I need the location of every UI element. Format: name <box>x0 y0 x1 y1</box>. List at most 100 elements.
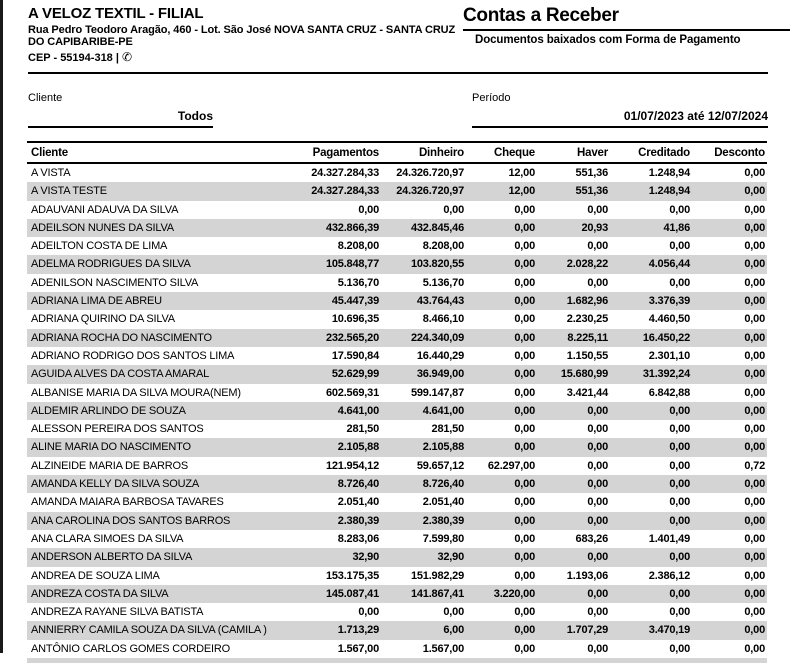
amount-cell: 0,00 <box>692 274 767 292</box>
amount-cell: 0,00 <box>466 548 537 566</box>
amount-cell: 0,00 <box>692 329 767 347</box>
amount-cell: 0,00 <box>466 384 537 402</box>
client-name-cell: ADRIANA QUIRINO DA SILVA <box>27 310 284 328</box>
client-name-cell: ANDREA DE SOUZA LIMA <box>27 567 284 585</box>
amount-cell: 6,00 <box>381 621 466 639</box>
client-name-cell: AMANDA MAIARA BARBOSA TAVARES <box>27 493 284 511</box>
table-row: ANDREZA COSTA DA SILVA145.087,41141.867,… <box>27 585 767 603</box>
amount-cell: 0,00 <box>692 255 767 273</box>
client-name-cell: ANA CAROLINA DOS SANTOS BARROS <box>27 512 284 530</box>
table-row: ADENILSON NASCIMENTO SILVA5.136,705.136,… <box>27 274 767 292</box>
amount-cell: 0,00 <box>537 640 610 658</box>
amount-cell: 1.150,55 <box>537 347 610 365</box>
table-header: Cliente Pagamentos Dinheiro Cheque Haver… <box>27 142 767 163</box>
amount-cell: 0,00 <box>692 384 767 402</box>
amount-cell: 1.713,29 <box>284 621 381 639</box>
amount-cell: 281,50 <box>284 420 381 438</box>
amount-cell: 17.590,84 <box>284 347 381 365</box>
amount-cell: 602.569,31 <box>284 384 381 402</box>
amount-cell: 0,00 <box>466 402 537 420</box>
amount-cell: 0,00 <box>692 475 767 493</box>
client-name-cell: ADAUVANI ADAUVA DA SILVA <box>27 201 284 219</box>
amount-cell: 0,00 <box>610 603 692 621</box>
amount-cell: 0,00 <box>537 512 610 530</box>
header-divider <box>28 72 768 74</box>
table-row: AMANDA MAIARA BARBOSA TAVARES2.051,402.0… <box>27 493 767 511</box>
filter-periodo-label: Período <box>472 92 768 104</box>
amount-cell: 16.440,29 <box>381 347 466 365</box>
table-row: ANTÔNIO CARLOS GOMES CORDEIRO1.567,001.5… <box>27 640 767 658</box>
filters-row: Cliente Todos Período 01/07/2023 até 12/… <box>28 92 793 128</box>
page-title: Contas a Receber <box>463 5 790 31</box>
amount-cell: 103.820,55 <box>381 255 466 273</box>
client-name-cell: A VISTA TESTE <box>27 182 284 200</box>
amount-cell: 10.696,35 <box>284 310 381 328</box>
amount-cell: 3.421,44 <box>537 384 610 402</box>
table-row: AMANDA KELLY DA SILVA SOUZA8.726,408.726… <box>27 475 767 493</box>
amount-cell: 1.193,06 <box>537 567 610 585</box>
company-name: A VELOZ TEXTIL - FILIAL <box>28 5 460 22</box>
amount-cell: 0,00 <box>692 237 767 255</box>
amount-cell: 0,00 <box>692 402 767 420</box>
amount-cell: 0,00 <box>466 292 537 310</box>
col-header-haver: Haver <box>537 142 610 163</box>
amount-cell: 52.629,99 <box>284 365 381 383</box>
table-row: A VISTA TESTE24.327.284,3324.326.720,971… <box>27 182 767 200</box>
amount-cell: 0,00 <box>537 603 610 621</box>
amount-cell: 599.147,87 <box>381 384 466 402</box>
table-row: ANDREZA RAYANE SILVA BATISTA0,000,000,00… <box>27 603 767 621</box>
cep-text: CEP - 55194-318 | <box>28 52 119 64</box>
amount-cell: 0,00 <box>537 420 610 438</box>
amount-cell: 0,00 <box>466 475 537 493</box>
table-row: ALESSON PEREIRA DOS SANTOS281,50281,500,… <box>27 420 767 438</box>
amount-cell: 1.248,94 <box>610 163 692 182</box>
client-name-cell: ADEILSON NUNES DA SILVA <box>27 219 284 237</box>
amount-cell: 0,72 <box>692 457 767 475</box>
amount-cell: 0,00 <box>466 310 537 328</box>
table-row: ALDEMIR ARLINDO DE SOUZA4.641,004.641,00… <box>27 402 767 420</box>
amount-cell: 62.297,00 <box>466 457 537 475</box>
amount-cell: 4.056,44 <box>610 255 692 273</box>
amount-cell: 16.450,22 <box>610 329 692 347</box>
amount-cell: 0,00 <box>466 365 537 383</box>
amount-cell: 2.105,88 <box>381 438 466 456</box>
amount-cell: 0,00 <box>610 457 692 475</box>
amount-cell: 0,00 <box>537 457 610 475</box>
amount-cell: 45.447,39 <box>284 292 381 310</box>
client-name-cell: ADELMA RODRIGUES DA SILVA <box>27 255 284 273</box>
table-row: ADEILSON NUNES DA SILVA432.866,39432.845… <box>27 219 767 237</box>
amount-cell: 20,93 <box>537 219 610 237</box>
amount-cell: 0,00 <box>610 512 692 530</box>
amount-cell: 0,00 <box>537 402 610 420</box>
report-title-block: Contas a Receber Documentos baixados com… <box>463 5 790 64</box>
page-subtitle: Documentos baixados com Forma de Pagamen… <box>463 31 790 46</box>
amount-cell: 224.340,09 <box>381 329 466 347</box>
amount-cell: 0,00 <box>537 585 610 603</box>
amount-cell: 0,00 <box>466 329 537 347</box>
amount-cell: 12,00 <box>466 163 537 182</box>
amount-cell: 0,00 <box>692 567 767 585</box>
phone-icon: ✆ <box>122 50 132 64</box>
amount-cell: 0,00 <box>284 201 381 219</box>
amount-cell: 1.248,94 <box>610 182 692 200</box>
amount-cell: 2.051,40 <box>381 493 466 511</box>
amount-cell: 0,00 <box>692 493 767 511</box>
company-address: Rua Pedro Teodoro Aragão, 460 - Lot. São… <box>28 24 460 48</box>
amount-cell: 0,00 <box>692 530 767 548</box>
receivables-table: Cliente Pagamentos Dinheiro Cheque Haver… <box>27 141 767 658</box>
amount-cell: 0,00 <box>692 163 767 182</box>
filter-cliente-label: Cliente <box>28 92 213 104</box>
amount-cell: 0,00 <box>692 585 767 603</box>
filter-periodo: Período 01/07/2023 até 12/07/2024 <box>472 92 768 128</box>
amount-cell: 0,00 <box>466 621 537 639</box>
table-row: ADRIANA LIMA DE ABREU45.447,3943.764,430… <box>27 292 767 310</box>
amount-cell: 0,00 <box>610 548 692 566</box>
client-name-cell: ALBANISE MARIA DA SILVA MOURA(NEM) <box>27 384 284 402</box>
amount-cell: 121.954,12 <box>284 457 381 475</box>
amount-cell: 0,00 <box>466 237 537 255</box>
col-header-cheque: Cheque <box>466 142 537 163</box>
client-name-cell: ADRIANO RODRIGO DOS SANTOS LIMA <box>27 347 284 365</box>
amount-cell: 2.301,10 <box>610 347 692 365</box>
amount-cell: 7.599,80 <box>381 530 466 548</box>
amount-cell: 0,00 <box>692 201 767 219</box>
